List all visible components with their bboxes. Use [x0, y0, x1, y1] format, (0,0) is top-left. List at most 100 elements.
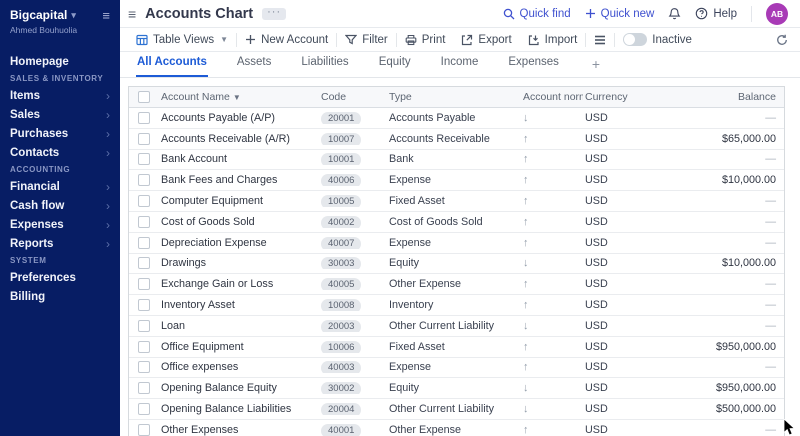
table-row[interactable]: Computer Equipment 10005 Fixed Asset ↑ U… [129, 191, 784, 212]
row-checkbox[interactable] [138, 195, 150, 207]
account-currency: USD [583, 278, 647, 290]
row-checkbox[interactable] [138, 403, 150, 415]
table-row[interactable]: Bank Account 10001 Bank ↑ USD — [129, 150, 784, 171]
table-row[interactable]: Other Expenses 40001 Other Expense ↑ USD… [129, 420, 784, 436]
table-row[interactable]: Accounts Receivable (A/R) 10007 Accounts… [129, 129, 784, 150]
account-balance: $65,000.00 [647, 133, 784, 145]
row-checkbox[interactable] [138, 174, 150, 186]
sidebar-item-items[interactable]: Items› [0, 86, 120, 105]
filter-button[interactable]: Filter [337, 28, 396, 51]
tab-income[interactable]: Income [440, 50, 480, 77]
row-checkbox[interactable] [138, 153, 150, 165]
inactive-toggle[interactable]: Inactive [615, 28, 700, 51]
add-tab-button[interactable]: + [588, 53, 604, 77]
account-name: Cost of Goods Sold [159, 216, 319, 228]
table-row[interactable]: Cost of Goods Sold 40002 Cost of Goods S… [129, 212, 784, 233]
row-checkbox[interactable] [138, 112, 150, 124]
tab-assets[interactable]: Assets [236, 50, 273, 77]
table-row[interactable]: Bank Fees and Charges 40006 Expense ↑ US… [129, 170, 784, 191]
account-code-badge: 40001 [321, 424, 361, 436]
row-checkbox[interactable] [138, 257, 150, 269]
row-checkbox[interactable] [138, 237, 150, 249]
new-account-button[interactable]: New Account [237, 28, 336, 51]
chevron-right-icon: › [106, 146, 110, 160]
table-row[interactable]: Inventory Asset 10008 Inventory ↑ USD — [129, 295, 784, 316]
tab-equity[interactable]: Equity [378, 50, 412, 77]
import-button[interactable]: Import [520, 28, 586, 51]
notifications-button[interactable] [668, 7, 681, 20]
hamburger-menu-icon[interactable]: ≡ [128, 7, 136, 21]
help-button[interactable]: Help [695, 7, 737, 20]
help-circle-icon [695, 7, 708, 20]
table-views-button[interactable]: Table Views ▼ [128, 28, 236, 51]
account-balance: — [647, 299, 784, 311]
table-row[interactable]: Opening Balance Liabilities 20004 Other … [129, 399, 784, 420]
account-code-badge: 40003 [321, 361, 361, 373]
print-button[interactable]: Print [397, 28, 454, 51]
table-row[interactable]: Office expenses 40003 Expense ↑ USD — [129, 358, 784, 379]
row-checkbox[interactable] [138, 216, 150, 228]
table-icon [136, 34, 148, 46]
sidebar-item-billing[interactable]: Billing [0, 287, 120, 306]
account-name: Drawings [159, 257, 319, 269]
table-row[interactable]: Depreciation Expense 40007 Expense ↑ USD… [129, 233, 784, 254]
sidebar-item-financial[interactable]: Financial› [0, 177, 120, 196]
sidebar-item-preferences[interactable]: Preferences [0, 268, 120, 287]
row-height-button[interactable] [586, 28, 614, 51]
table-row[interactable]: Exchange Gain or Loss 40005 Other Expens… [129, 274, 784, 295]
table-row[interactable]: Opening Balance Equity 30002 Equity ↓ US… [129, 378, 784, 399]
account-type: Other Current Liability [387, 320, 513, 332]
row-checkbox[interactable] [138, 320, 150, 332]
tab-liabilities[interactable]: Liabilities [300, 50, 349, 77]
sidebar-item-contacts[interactable]: Contacts› [0, 143, 120, 162]
row-checkbox[interactable] [138, 361, 150, 373]
org-switcher-button[interactable]: Bigcapital ▾ [10, 8, 76, 22]
row-checkbox[interactable] [138, 133, 150, 145]
select-all-checkbox[interactable] [138, 91, 150, 103]
tab-all-accounts[interactable]: All Accounts [136, 50, 208, 77]
table-row[interactable]: Loan 20003 Other Current Liability ↓ USD… [129, 316, 784, 337]
account-code-badge: 40002 [321, 216, 361, 228]
sidebar-collapse-icon[interactable]: ≡ [102, 9, 110, 22]
refresh-button[interactable] [776, 34, 788, 46]
row-checkbox[interactable] [138, 278, 150, 290]
sidebar-item-reports[interactable]: Reports› [0, 234, 120, 253]
toggle-switch[interactable] [623, 33, 647, 46]
account-code-badge: 10008 [321, 299, 361, 311]
account-normal-arrow-icon: ↑ [513, 174, 583, 186]
column-header-balance[interactable]: Balance [647, 91, 784, 103]
caret-down-icon: ▾ [71, 10, 76, 21]
row-checkbox[interactable] [138, 341, 150, 353]
account-type: Fixed Asset [387, 341, 513, 353]
chevron-right-icon: › [106, 218, 110, 232]
column-header-account-name[interactable]: Account Name▼ [159, 91, 319, 103]
account-currency: USD [583, 320, 647, 332]
column-header-account-normal[interactable]: Account normal [513, 91, 583, 103]
account-type: Other Current Liability [387, 403, 513, 415]
table-row[interactable]: Office Equipment 10006 Fixed Asset ↑ USD… [129, 337, 784, 358]
account-code-badge: 40006 [321, 174, 361, 186]
quick-find-button[interactable]: Quick find [503, 8, 571, 20]
account-balance: — [647, 153, 784, 165]
sidebar-item-sales[interactable]: Sales› [0, 105, 120, 124]
column-header-currency[interactable]: Currency [583, 91, 647, 103]
sidebar-item-cash-flow[interactable]: Cash flow› [0, 196, 120, 215]
table-row[interactable]: Accounts Payable (A/P) 20001 Accounts Pa… [129, 108, 784, 129]
sidebar-item-homepage[interactable]: Homepage [0, 52, 120, 71]
row-checkbox[interactable] [138, 299, 150, 311]
row-checkbox[interactable] [138, 424, 150, 436]
export-button[interactable]: Export [453, 28, 519, 51]
sidebar-item-purchases[interactable]: Purchases› [0, 124, 120, 143]
sidebar-item-label: Expenses [10, 219, 64, 231]
sidebar-item-expenses[interactable]: Expenses › [0, 215, 120, 234]
page-more-button[interactable]: ··· [262, 8, 286, 20]
tabs-bar: All Accounts Assets Liabilities Equity Incom… [120, 52, 800, 78]
user-avatar[interactable]: AB [766, 3, 788, 25]
column-header-type[interactable]: Type [387, 91, 513, 103]
row-checkbox[interactable] [138, 382, 150, 394]
quick-new-button[interactable]: Quick new [585, 8, 655, 20]
chevron-right-icon: › [106, 237, 110, 251]
tab-expenses[interactable]: Expenses [507, 50, 560, 77]
column-header-code[interactable]: Code [319, 91, 387, 103]
table-row[interactable]: Drawings 30003 Equity ↓ USD $10,000.00 [129, 254, 784, 275]
